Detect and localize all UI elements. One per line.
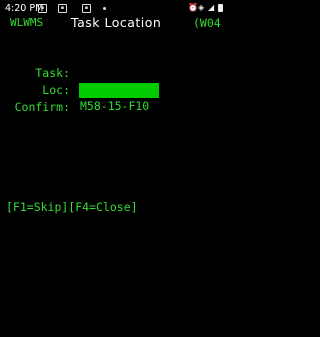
- confirm-input[interactable]: [79, 83, 159, 98]
- battery-icon: [218, 4, 223, 12]
- task-row: Task: 12345: [0, 49, 227, 96]
- function-key-bar: [F1=Skip][F4=Close]: [6, 200, 138, 214]
- wifi-icon: ◈: [198, 3, 205, 12]
- loc-value: M58-15-F10: [80, 99, 150, 113]
- screen-code: (W04: [193, 16, 221, 30]
- notification-icon: ▪: [38, 4, 47, 13]
- notification-icon: ▪: [58, 4, 67, 13]
- loc-row: Loc: M58-15-F10: [0, 66, 227, 113]
- dot-icon: [103, 7, 106, 10]
- close-key-button[interactable]: [F4=Close]: [68, 200, 137, 214]
- confirm-label: Confirm:: [14, 100, 70, 114]
- title-bar: WLWMS Task Location (W04: [0, 14, 227, 32]
- app-name: WLWMS: [10, 16, 44, 29]
- page-title: Task Location: [71, 15, 162, 30]
- signal-icon: ◢: [208, 3, 215, 12]
- skip-key-button[interactable]: [F1=Skip]: [6, 200, 68, 214]
- notification-icon: ▪: [82, 4, 91, 13]
- alarm-icon: ⏰: [188, 3, 198, 12]
